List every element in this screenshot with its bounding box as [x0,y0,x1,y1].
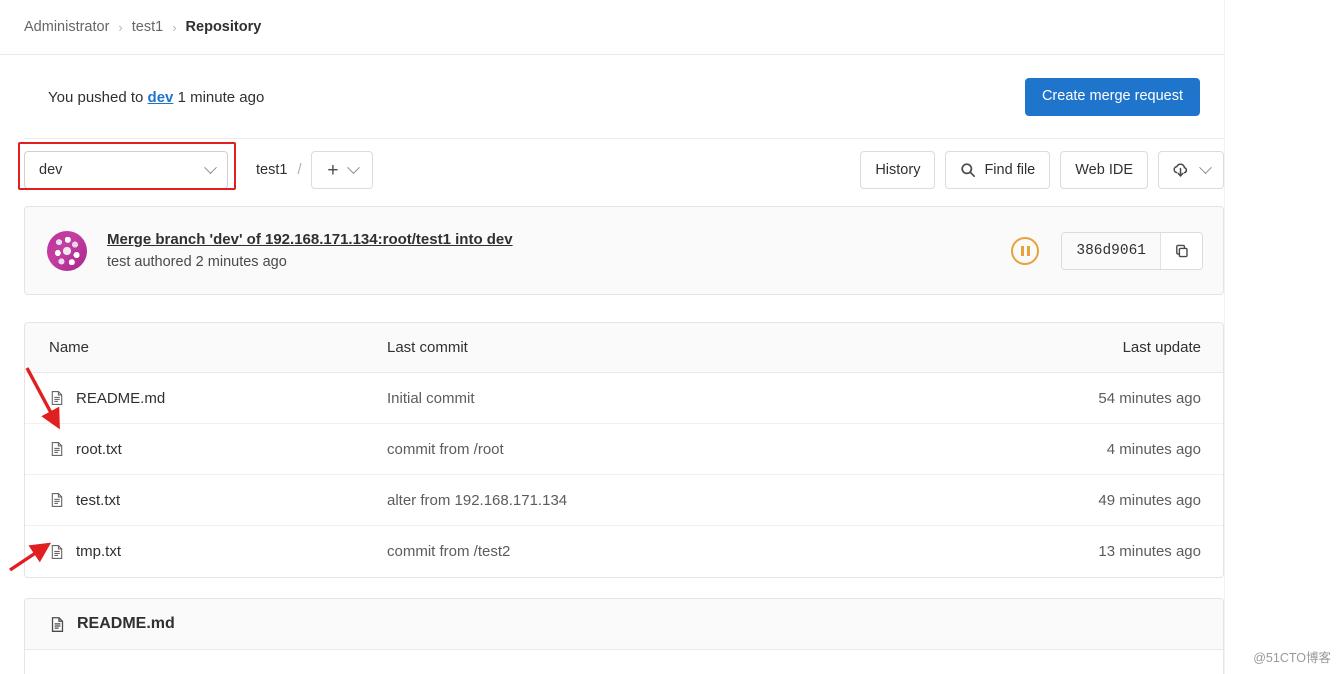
breadcrumb-item-test1[interactable]: test1 [132,19,163,35]
file-last-update: 13 minutes ago [1098,543,1201,560]
file-name[interactable]: tmp.txt [76,543,121,560]
push-notice-suffix: 1 minute ago [177,88,265,106]
file-last-update: 49 minutes ago [1098,491,1201,509]
push-notice-branch-link[interactable]: dev [148,89,174,106]
chevron-down-icon [1199,160,1212,174]
pipeline-status-pending-icon[interactable] [1011,236,1040,265]
breadcrumb: Administrator › test1 › Repository [0,0,1224,55]
commit-meta: Merge branch 'dev' of 192.168.171.134:ro… [107,231,513,270]
add-to-repository-button[interactable]: + [311,151,374,189]
file-icon [49,441,65,457]
commit-sha[interactable]: 386d9061 [1062,232,1160,269]
commit-title[interactable]: Merge branch 'dev' of 192.168.171.134:ro… [107,231,513,248]
column-header-last-commit: Last commit [387,339,468,356]
readme-panel: README.md [24,598,1224,674]
push-notice-prefix: You pushed to [48,88,144,106]
plus-icon: + [327,159,339,181]
table-row[interactable]: test.txt alter from 192.168.171.134 49 m… [25,475,1223,526]
push-notice-text: You pushed to dev 1 minute ago [48,89,264,106]
file-name[interactable]: root.txt [76,441,122,458]
web-ide-button-label: Web IDE [1075,162,1133,178]
project-path-label[interactable]: test1 [256,162,287,178]
breadcrumb-item-administrator[interactable]: Administrator [24,19,109,35]
file-table-header: Name Last commit Last update [25,323,1223,373]
push-notice-bar: You pushed to dev 1 minute ago Create me… [24,56,1224,139]
pause-glyph [1021,245,1030,256]
branch-selector-wrap: dev [18,142,236,193]
repository-page: Administrator › test1 › Repository You p… [0,0,1341,674]
file-last-commit[interactable]: commit from /test2 [387,543,993,560]
branch-selector[interactable]: dev [24,151,228,189]
breadcrumb-item-repository: Repository [185,19,262,35]
readme-header: README.md [25,599,1223,650]
file-name-cell: tmp.txt [25,543,387,560]
commit-right-actions: 386d9061 [1011,231,1203,270]
find-file-button-label: Find file [984,162,1036,178]
file-last-update: 4 minutes ago [1106,440,1201,458]
path-separator: / [297,162,302,178]
chevron-down-icon [204,160,217,174]
file-name[interactable]: README.md [76,390,165,407]
history-button-label: History [875,162,921,178]
create-merge-request-button[interactable]: Create merge request [1024,78,1200,116]
commit-sha-group: 386d9061 [1061,231,1203,270]
copy-icon[interactable] [1160,232,1202,269]
repository-toolbar: dev test1 / + History Find file Web IDE [18,142,1224,194]
file-icon [49,492,65,508]
file-name-cell: README.md [25,390,387,407]
search-icon [960,162,976,178]
table-row[interactable]: root.txt commit from /root 4 minutes ago [25,424,1223,475]
file-last-commit[interactable]: commit from /root [387,441,993,458]
branch-selector-value: dev [39,162,63,178]
file-table: Name Last commit Last update README.md I… [24,322,1224,578]
file-icon [49,390,65,406]
avatar [47,230,87,271]
breadcrumb-separator: › [172,19,177,35]
file-name-cell: test.txt [25,492,387,509]
table-row[interactable]: README.md Initial commit 54 minutes ago [25,373,1223,424]
commit-author-line: test authored 2 minutes ago [107,254,287,270]
file-last-update: 54 minutes ago [1098,389,1201,407]
column-header-last-update: Last update [1122,339,1201,356]
readme-title: README.md [77,615,175,632]
breadcrumb-separator: › [118,19,123,35]
file-last-commit[interactable]: alter from 192.168.171.134 [387,492,993,509]
file-name-cell: root.txt [25,441,387,458]
download-cloud-icon [1172,162,1189,179]
file-name[interactable]: test.txt [76,492,120,509]
last-commit-panel: Merge branch 'dev' of 192.168.171.134:ro… [24,206,1224,295]
file-last-commit[interactable]: Initial commit [387,390,993,407]
file-icon [49,544,65,560]
right-gutter [1224,0,1341,674]
table-row[interactable]: tmp.txt commit from /test2 13 minutes ag… [25,526,1223,577]
chevron-down-icon [346,160,360,174]
column-header-name: Name [49,339,90,356]
history-button[interactable]: History [860,151,936,189]
web-ide-button[interactable]: Web IDE [1060,151,1148,189]
file-icon [49,616,66,633]
clone-download-button[interactable] [1158,151,1224,189]
toolbar-actions: History Find file Web IDE [860,151,1224,189]
find-file-button[interactable]: Find file [945,151,1051,189]
watermark: @51CTO博客 [1253,651,1331,665]
